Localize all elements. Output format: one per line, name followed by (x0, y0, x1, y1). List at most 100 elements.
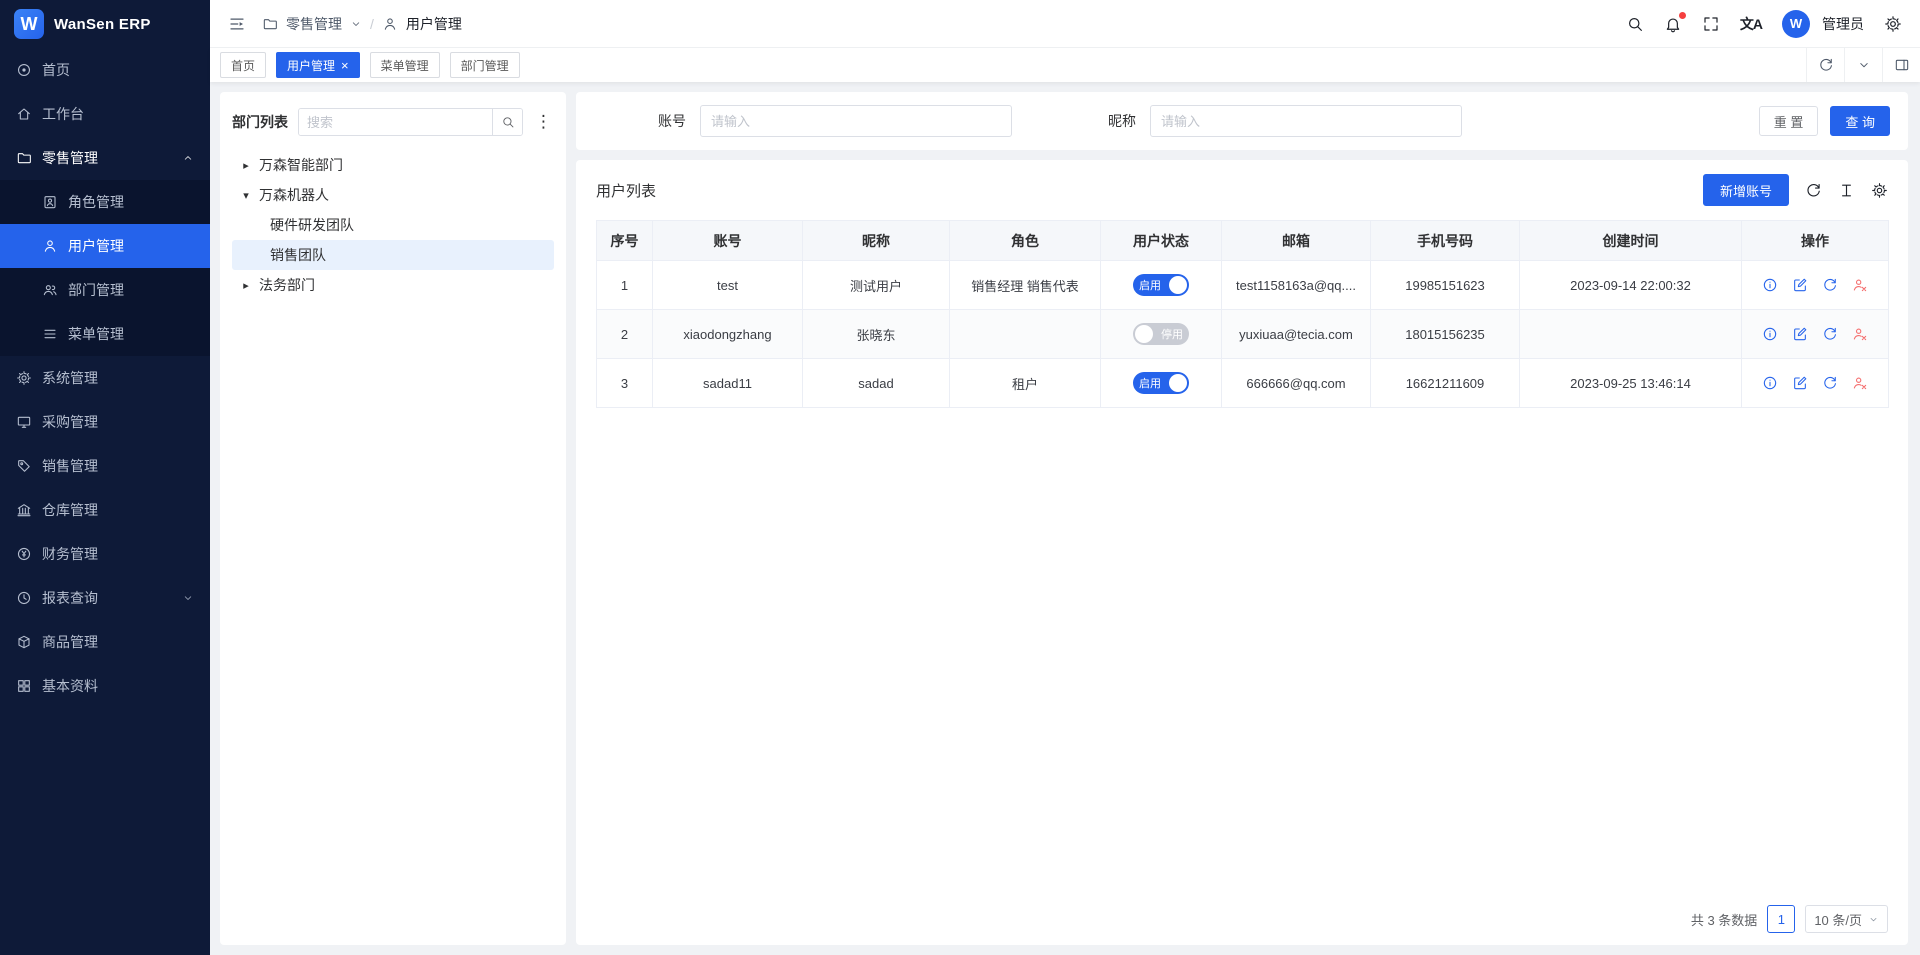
sidebar-item-user-management[interactable]: 用户管理 (0, 224, 210, 268)
remove-user-icon[interactable] (1852, 375, 1868, 391)
tab-label: 首页 (231, 57, 255, 74)
tab-label: 用户管理 (287, 57, 335, 74)
sidebar-item-product-management[interactable]: 商品管理 (0, 620, 210, 664)
status-toggle[interactable]: 启用 (1133, 372, 1189, 394)
sidebar-item-finance-management[interactable]: 财务管理 (0, 532, 210, 576)
tree-item-legal-dept[interactable]: ▸ 法务部门 (232, 270, 554, 300)
add-account-button[interactable]: 新增账号 (1703, 174, 1789, 206)
chevron-down-icon (350, 18, 362, 30)
user-list-tools: 新增账号 (1703, 174, 1888, 206)
status-toggle[interactable]: 停用 (1133, 323, 1189, 345)
edit-icon[interactable] (1792, 326, 1808, 342)
tab-options-button[interactable] (1844, 48, 1882, 82)
notifications-button[interactable] (1664, 15, 1682, 33)
sidebar-item-department-management[interactable]: 部门管理 (0, 268, 210, 312)
status-toggle[interactable]: 启用 (1133, 274, 1189, 296)
breadcrumb: 零售管理 / 用户管理 (262, 14, 462, 34)
avatar[interactable]: W (1782, 10, 1810, 38)
home-icon (16, 106, 32, 122)
cell-created: 2023-09-14 22:00:32 (1520, 261, 1742, 310)
refresh-icon[interactable] (1805, 182, 1822, 199)
sidebar-item-warehouse-management[interactable]: 仓库管理 (0, 488, 210, 532)
column-density-icon[interactable] (1838, 182, 1855, 199)
nickname-input[interactable] (1150, 105, 1462, 137)
tree-item-label: 万森机器人 (259, 185, 329, 205)
reset-password-icon[interactable] (1822, 326, 1838, 342)
table-settings-gear-icon[interactable] (1871, 182, 1888, 199)
sidebar-item-label: 角色管理 (68, 192, 124, 212)
language-switch-icon[interactable]: 文A (1740, 14, 1762, 34)
app-logo-icon: W (14, 9, 44, 39)
reset-password-icon[interactable] (1822, 375, 1838, 391)
sidebar-item-workbench[interactable]: 工作台 (0, 92, 210, 136)
sidebar-item-home[interactable]: 首页 (0, 48, 210, 92)
tab-menu-management[interactable]: 菜单管理 (370, 52, 440, 78)
tree-item-sales-team[interactable]: 销售团队 (232, 240, 554, 270)
search-icon[interactable] (1626, 15, 1644, 33)
user-table: 序号 账号 昵称 角色 用户状态 邮箱 手机号码 创建时间 操作 (596, 220, 1889, 408)
sidebar-item-purchase-management[interactable]: 采购管理 (0, 400, 210, 444)
sidebar-item-basic-data[interactable]: 基本资料 (0, 664, 210, 708)
cell-status: 启用 (1101, 261, 1222, 310)
cell-actions (1742, 359, 1889, 408)
breadcrumb-page: 用户管理 (406, 14, 462, 34)
cell-email: test1158163a@qq.... (1222, 261, 1371, 310)
caret-right-icon[interactable]: ▸ (240, 279, 252, 292)
search-button[interactable]: 查 询 (1830, 106, 1890, 136)
department-search-button[interactable] (492, 109, 522, 135)
person-icon (42, 238, 58, 254)
department-search-input[interactable] (299, 109, 492, 135)
reset-button[interactable]: 重 置 (1759, 106, 1819, 136)
sidebar-item-sales-management[interactable]: 销售管理 (0, 444, 210, 488)
tree-item-label: 硬件研发团队 (270, 215, 354, 235)
row-actions (1748, 375, 1882, 391)
tab-department-management[interactable]: 部门管理 (450, 52, 520, 78)
tree-item-wansen-smart[interactable]: ▸ 万森智能部门 (232, 150, 554, 180)
sidebar-item-label: 用户管理 (68, 236, 124, 256)
breadcrumb-section[interactable]: 零售管理 (286, 14, 342, 34)
sidebar-item-system-management[interactable]: 系统管理 (0, 356, 210, 400)
tab-user-management[interactable]: 用户管理 × (276, 52, 360, 78)
chevron-down-icon (1868, 914, 1879, 925)
info-icon[interactable] (1762, 326, 1778, 342)
tree-item-hardware-team[interactable]: 硬件研发团队 (232, 210, 554, 240)
department-panel: 部门列表 ⋮ ▸ 万森智能部门 ▾ (220, 92, 566, 945)
sidebar-item-menu-management[interactable]: 菜单管理 (0, 312, 210, 356)
page-size-select[interactable]: 10 条/页 (1805, 905, 1888, 933)
sidebar-item-label: 商品管理 (42, 632, 98, 652)
refresh-page-button[interactable] (1806, 48, 1844, 82)
info-icon[interactable] (1762, 375, 1778, 391)
tree-item-wansen-robot[interactable]: ▾ 万森机器人 (232, 180, 554, 210)
remove-user-icon[interactable] (1852, 326, 1868, 342)
account-input[interactable] (700, 105, 1012, 137)
breadcrumb-separator: / (370, 16, 374, 32)
collapse-sidebar-icon[interactable] (228, 15, 246, 33)
caret-right-icon[interactable]: ▸ (240, 159, 252, 172)
people-icon (42, 282, 58, 298)
tab-home[interactable]: 首页 (220, 52, 266, 78)
gear-icon (16, 370, 32, 386)
chevron-down-icon (182, 592, 194, 604)
fullscreen-icon[interactable] (1702, 15, 1720, 33)
remove-user-icon[interactable] (1852, 277, 1868, 293)
refresh-icon (1818, 57, 1834, 73)
column-header-index: 序号 (597, 221, 653, 261)
page-button[interactable]: 1 (1767, 905, 1795, 933)
edit-icon[interactable] (1792, 277, 1808, 293)
layout-toggle-button[interactable] (1882, 48, 1920, 82)
nickname-label: 昵称 (1108, 111, 1136, 131)
reset-password-icon[interactable] (1822, 277, 1838, 293)
close-icon[interactable]: × (341, 59, 349, 72)
nickname-filter: 昵称 (1108, 105, 1462, 137)
tab-label: 部门管理 (461, 57, 509, 74)
caret-down-icon[interactable]: ▾ (240, 189, 252, 202)
sidebar-item-retail-management[interactable]: 零售管理 (0, 136, 210, 180)
app-root: W WanSen ERP 首页 工作台 零售管理 角色管理 (0, 0, 1920, 955)
edit-icon[interactable] (1792, 375, 1808, 391)
sidebar-item-report-query[interactable]: 报表查询 (0, 576, 210, 620)
sidebar-item-role-management[interactable]: 角色管理 (0, 180, 210, 224)
settings-gear-icon[interactable] (1884, 15, 1902, 33)
toggle-knob (1169, 374, 1187, 392)
more-options-icon[interactable]: ⋮ (533, 112, 554, 132)
info-icon[interactable] (1762, 277, 1778, 293)
